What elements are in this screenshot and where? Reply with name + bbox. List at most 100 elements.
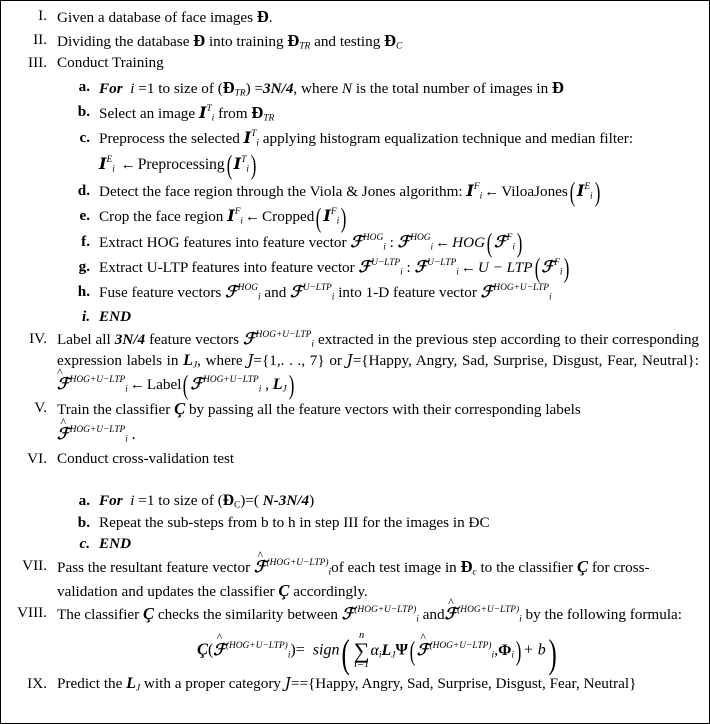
feature-vector-symbol: ℱ — [397, 231, 411, 251]
substep-body: END — [99, 306, 699, 328]
substep-label: b. — [77, 513, 90, 531]
value-3n4: 3N/4 — [263, 79, 294, 97]
substep-text: Extract U-LTP features into feature vect… — [99, 258, 359, 276]
step-body: Conduct cross-validation test a. For i =… — [57, 448, 705, 555]
step-text: accordingly. — [289, 582, 368, 600]
hat-group: ^ ℱ — [417, 631, 430, 663]
substep-text: )=( — [240, 491, 263, 509]
substep-body: Repeat the sub-steps from b to h in step… — [99, 513, 490, 531]
hat-group: ^ ℱ — [57, 416, 70, 446]
subscript-i: i — [549, 292, 552, 303]
hat-accent: ^ — [57, 364, 63, 379]
substep-text: Fuse feature vectors — [99, 284, 226, 302]
hat-group: ^ ℱ — [57, 366, 70, 396]
summation: n ∑ i=1 — [354, 631, 370, 671]
substep-row-a: a. For i =1 to size of (ÐTR) =3N/4, wher… — [57, 76, 699, 100]
step-text: and testing — [310, 32, 385, 50]
feature-vector-fused: ℱ — [480, 282, 494, 302]
image-symbol-lhs: I — [466, 181, 474, 201]
colon: : — [402, 258, 415, 276]
keyword-for: For — [99, 491, 123, 509]
feature-vector-symbol: ℱ — [358, 256, 372, 276]
value-3n4: 3N/4 — [114, 330, 146, 348]
substep-row-c: c. Preprocess the selected ITi applying … — [57, 127, 699, 179]
colon: : — [385, 233, 398, 251]
substep-body: Extract U-LTP features into feature vect… — [99, 253, 570, 284]
superscript-fused: HOG+U−LTP — [69, 375, 126, 386]
step-text: checks the similarity between — [154, 606, 342, 624]
similarity-formula: Ç(^ ℱ(HOG+U−LTP)i)= sign(n ∑ i=1 αiLJΨ(^ ℱ(HO… — [196, 630, 557, 676]
step-body: Given a database of face images Ð. — [57, 5, 705, 29]
step-text: ={1,. . ., 7} or — [253, 352, 347, 370]
step-text: ={Happy, Angry, Sad, Surprise, Disgust, … — [352, 352, 700, 370]
psi-symbol: Ψ — [395, 641, 408, 659]
substep-row-f: f. Extract HOG features into feature vec… — [57, 230, 699, 257]
substep-text: ) — [309, 491, 315, 509]
sum-lower-limit: i=1 — [353, 659, 370, 671]
hat-accent: ^ — [216, 630, 223, 645]
step-text: =={Happy, Angry, Sad, Surprise, Disgust,… — [290, 674, 637, 692]
superscript-ultp: U−LTP — [427, 258, 457, 269]
function-name: HOG — [452, 233, 486, 251]
substep-row-a: a. For i =1 to size of (ÐC)=( N-3N/4) — [57, 490, 699, 512]
step-row-IX: IX. Predict the LJ with a proper categor… — [1, 673, 705, 696]
superscript-fused: HOG+U−LTP — [493, 283, 549, 294]
hat-group: ^ ℱ — [254, 549, 267, 579]
subscript-i: i — [511, 650, 514, 661]
step-row-VI: VI. Conduct cross-validation test a. For… — [1, 448, 705, 555]
step-body: Conduct Training a. For i =1 to size of … — [57, 52, 705, 327]
label-symbol: L — [126, 674, 136, 692]
step-row-I: I. Given a database of face images Ð. — [1, 5, 705, 29]
substep-text: is the total number of images in — [352, 79, 552, 97]
substep-label: a. — [78, 77, 90, 95]
subscript-tr: TR — [234, 88, 246, 99]
substep-text: and — [260, 284, 291, 302]
database-test-symbol: Ð — [460, 557, 473, 576]
step-row-VIII: VIII. The classifier Ç checks the simila… — [1, 596, 705, 676]
superscript-ultp: U−LTP — [302, 283, 332, 294]
label-symbol: L — [272, 375, 283, 393]
step-number: VII. — [22, 557, 47, 574]
substep-label: g. — [78, 257, 90, 275]
step-body: The classifier Ç checks the similarity b… — [57, 596, 705, 676]
superscript-fused: (HOG+U−LTP) — [225, 640, 288, 651]
substep-label: b. — [77, 103, 90, 121]
substep-body: END — [99, 533, 699, 555]
superscript-fused: (HOG+U−LTP) — [266, 558, 329, 569]
substep-text: Extract HOG features into feature vector — [99, 233, 351, 251]
keyword-end: END — [99, 307, 132, 325]
sigma-icon: ∑ — [353, 637, 370, 663]
left-arrow-icon: ← — [120, 156, 136, 173]
function-name: Label — [146, 375, 182, 393]
step-body: Predict the LJ with a proper category J=… — [57, 673, 705, 696]
database-train-symbol: Ð — [222, 77, 235, 97]
classifier-symbol: Ç — [196, 639, 208, 659]
classifier-symbol: Ç — [278, 580, 290, 600]
step-text: with a proper category — [140, 674, 285, 692]
substep-body: Preprocess the selected ITi applying his… — [99, 127, 699, 179]
subscript-c: C — [396, 41, 403, 52]
subscript-i: i — [112, 164, 115, 175]
hat-accent: ^ — [448, 594, 454, 609]
left-arrow-icon: ← — [129, 376, 145, 393]
var-n: N — [341, 79, 353, 97]
feature-vector-symbol: ℱ — [341, 604, 355, 624]
step-text: of each test image in — [331, 559, 461, 576]
step-text: to the classifier — [476, 559, 578, 576]
step-row-III: III. Conduct Training a. For i =1 to siz… — [1, 52, 705, 327]
superscript-hog: HOG — [362, 232, 384, 243]
superscript-fused: HOG+U−LTP — [69, 425, 126, 436]
substep-text: Detect the face region through the Viola… — [99, 183, 467, 201]
label-symbol: L — [381, 641, 392, 659]
hat-accent: ^ — [420, 630, 427, 645]
substep-text: from — [214, 105, 252, 123]
step-text: Train the classifier — [57, 400, 175, 418]
classifier-symbol: Ç — [174, 398, 186, 418]
substep-text: ) = — [245, 79, 264, 97]
feature-vector-arg: ℱ — [541, 256, 555, 276]
substep-text: Crop the face region — [99, 208, 228, 226]
subscript-i: i — [246, 164, 249, 175]
keyword-for: For — [99, 79, 123, 97]
subscript-j: J — [282, 384, 287, 395]
substep-text: Select an image — [99, 105, 199, 123]
